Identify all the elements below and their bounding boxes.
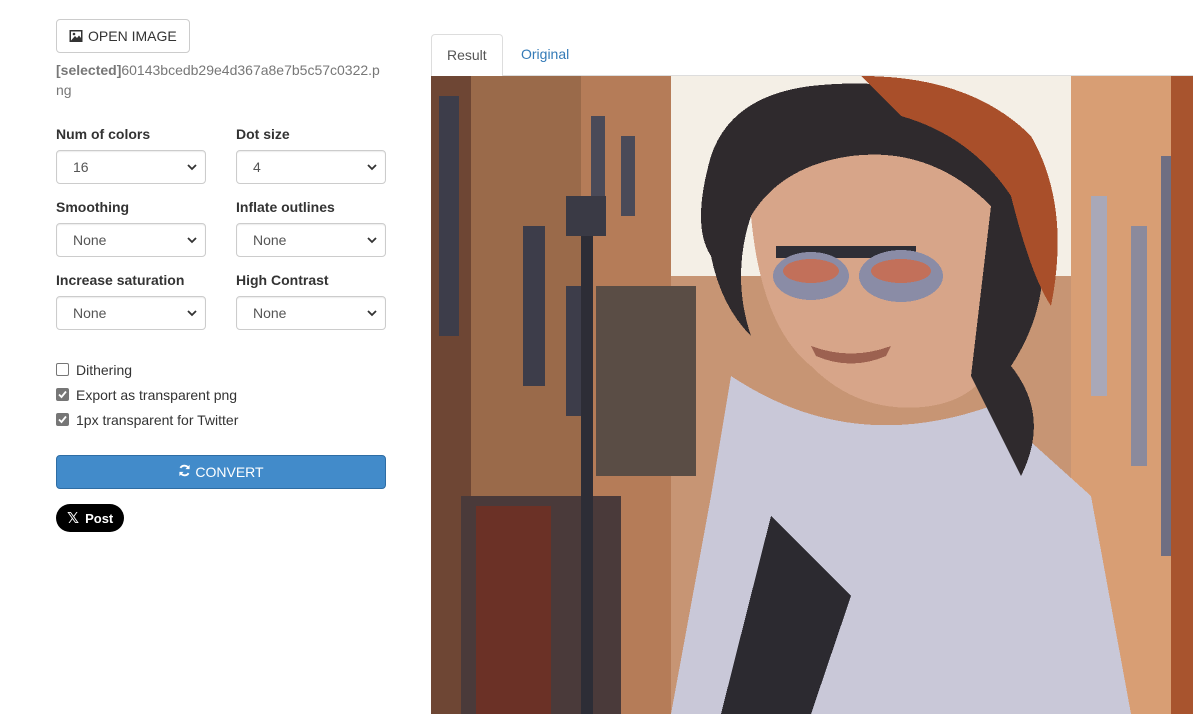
chevron-down-icon [187,224,197,256]
options-grid: Num of colors 16 Dot size 4 Smoothing No… [56,126,386,330]
high-contrast-field: High Contrast None [236,272,386,330]
convert-button[interactable]: CONVERT [56,455,386,489]
x-logo-icon: 𝕏 [67,510,80,527]
inflate-outlines-value: None [253,232,287,248]
smoothing-select[interactable]: None [56,223,206,257]
twitter-transparent-option[interactable]: 1px transparent for Twitter [56,407,386,432]
smoothing-field: Smoothing None [56,199,206,257]
high-contrast-select[interactable]: None [236,296,386,330]
open-image-label: OPEN IMAGE [88,28,177,44]
twitter-transparent-checkbox[interactable] [56,413,69,426]
inflate-outlines-field: Inflate outlines None [236,199,386,257]
increase-saturation-field: Increase saturation None [56,272,206,330]
dot-size-value: 4 [253,159,261,175]
open-image-button[interactable]: OPEN IMAGE [56,19,190,53]
selected-prefix: [selected] [56,62,122,78]
convert-label: CONVERT [195,464,264,480]
num-colors-field: Num of colors 16 [56,126,206,184]
tab-original[interactable]: Original [506,34,584,76]
export-transparent-checkbox[interactable] [56,388,69,401]
increase-saturation-select[interactable]: None [56,296,206,330]
dithering-label: Dithering [76,361,133,378]
increase-saturation-label: Increase saturation [56,272,185,288]
selected-filename: [selected]60143bcedb29e4d367a8e7b5c57c03… [56,60,386,100]
dot-size-label: Dot size [236,126,290,142]
image-icon [69,29,83,43]
pixel-art-result-image [431,76,1193,714]
dithering-checkbox[interactable] [56,363,69,376]
pixel-art-canvas [431,76,1193,714]
high-contrast-label: High Contrast [236,272,329,288]
chevron-down-icon [187,151,197,183]
dot-size-select[interactable]: 4 [236,150,386,184]
inflate-outlines-select[interactable]: None [236,223,386,257]
post-label: Post [85,510,114,526]
chevron-down-icon [367,224,377,256]
num-colors-label: Num of colors [56,126,151,142]
export-transparent-label: Export as transparent png [76,386,238,403]
refresh-icon [178,464,191,480]
result-tabs: Result Original [431,34,1193,77]
post-button[interactable]: 𝕏 Post [56,504,125,532]
num-colors-select[interactable]: 16 [56,150,206,184]
smoothing-value: None [73,232,107,248]
export-transparent-option[interactable]: Export as transparent png [56,382,386,407]
num-colors-value: 16 [73,159,89,175]
twitter-transparent-label: 1px transparent for Twitter [76,411,239,428]
settings-panel: OPEN IMAGE [selected]60143bcedb29e4d367a… [56,19,386,532]
high-contrast-value: None [253,305,287,321]
dithering-option[interactable]: Dithering [56,357,386,382]
checkbox-group: Dithering Export as transparent png 1px … [56,357,386,432]
chevron-down-icon [367,151,377,183]
tab-result[interactable]: Result [431,34,503,77]
smoothing-label: Smoothing [56,199,130,215]
inflate-outlines-label: Inflate outlines [236,199,335,215]
dot-size-field: Dot size 4 [236,126,386,184]
increase-saturation-value: None [73,305,107,321]
chevron-down-icon [187,297,197,329]
chevron-down-icon [367,297,377,329]
